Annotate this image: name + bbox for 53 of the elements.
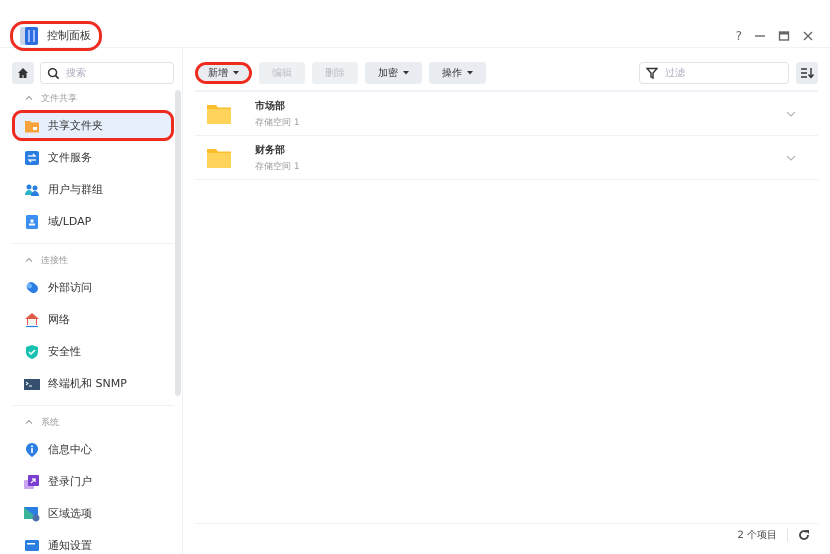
folder-row[interactable]: 财务部 存储空间 1 (195, 136, 818, 180)
filter-icon (646, 67, 658, 79)
sidebar-item[interactable]: 信息中心 (12, 434, 174, 465)
sidebar-item[interactable]: 登录门户 (12, 466, 174, 497)
close-icon[interactable] (802, 30, 814, 42)
sidebar-item[interactable]: 安全性 (12, 336, 174, 367)
section-header: 文件共享 (41, 92, 77, 104)
maximize-icon[interactable] (778, 30, 790, 42)
caret-icon (467, 71, 473, 75)
sidebar-item[interactable]: 外部访问 (12, 272, 174, 303)
folder-icon (207, 104, 231, 124)
sidebar-item[interactable]: 用户与群组 (12, 174, 174, 205)
region-icon (24, 506, 40, 522)
window-title: 控制面板 (10, 20, 102, 50)
section-header: 连接性 (41, 254, 68, 266)
home-button[interactable] (12, 62, 34, 84)
filter-field[interactable]: 过滤 (639, 62, 789, 84)
help-button[interactable]: ? (736, 28, 742, 42)
item-count: 2 个项目 (737, 529, 777, 542)
folder-icon (207, 148, 231, 168)
directory-icon (24, 214, 40, 230)
sidebar-item[interactable]: 区域选项 (12, 498, 174, 529)
toolbar-button[interactable]: 加密 (365, 62, 422, 84)
file-service-icon (24, 150, 40, 166)
toolbar-button[interactable]: 新增 (195, 62, 252, 84)
folder-name: 财务部 (255, 144, 286, 156)
shield-icon (24, 344, 40, 360)
users-icon (24, 182, 40, 198)
sidebar-item[interactable]: 通知设置 (12, 530, 174, 554)
login-portal-icon (24, 474, 40, 490)
network-icon (24, 312, 40, 328)
sort-button[interactable] (796, 62, 818, 84)
folder-row[interactable]: 市场部 存储空间 1 (195, 92, 818, 136)
home-icon (17, 67, 29, 79)
sort-icon (800, 67, 814, 79)
scrollbar[interactable] (175, 90, 181, 396)
search-field[interactable]: 搜索 (40, 62, 174, 84)
folder-name: 市场部 (255, 99, 286, 112)
sidebar-item[interactable]: 域/LDAP (12, 206, 174, 237)
caret-icon (233, 71, 239, 75)
sidebar-item[interactable]: 终端机和 SNMP (12, 368, 174, 399)
folder-location: 存储空间 1 (255, 160, 301, 172)
toolbar-button[interactable]: 操作 (429, 62, 486, 84)
section-header: 系统 (41, 416, 59, 428)
caret-icon (403, 71, 409, 75)
sidebar-item[interactable]: 文件服务 (12, 142, 174, 173)
refresh-icon[interactable] (798, 529, 810, 541)
search-icon (47, 67, 60, 80)
folder-location: 存储空间 1 (255, 116, 301, 128)
sidebar-item[interactable]: 共享文件夹 (12, 110, 174, 141)
app-icon (19, 26, 39, 46)
sidebar-item[interactable]: 网络 (12, 304, 174, 335)
info-icon (24, 442, 40, 458)
